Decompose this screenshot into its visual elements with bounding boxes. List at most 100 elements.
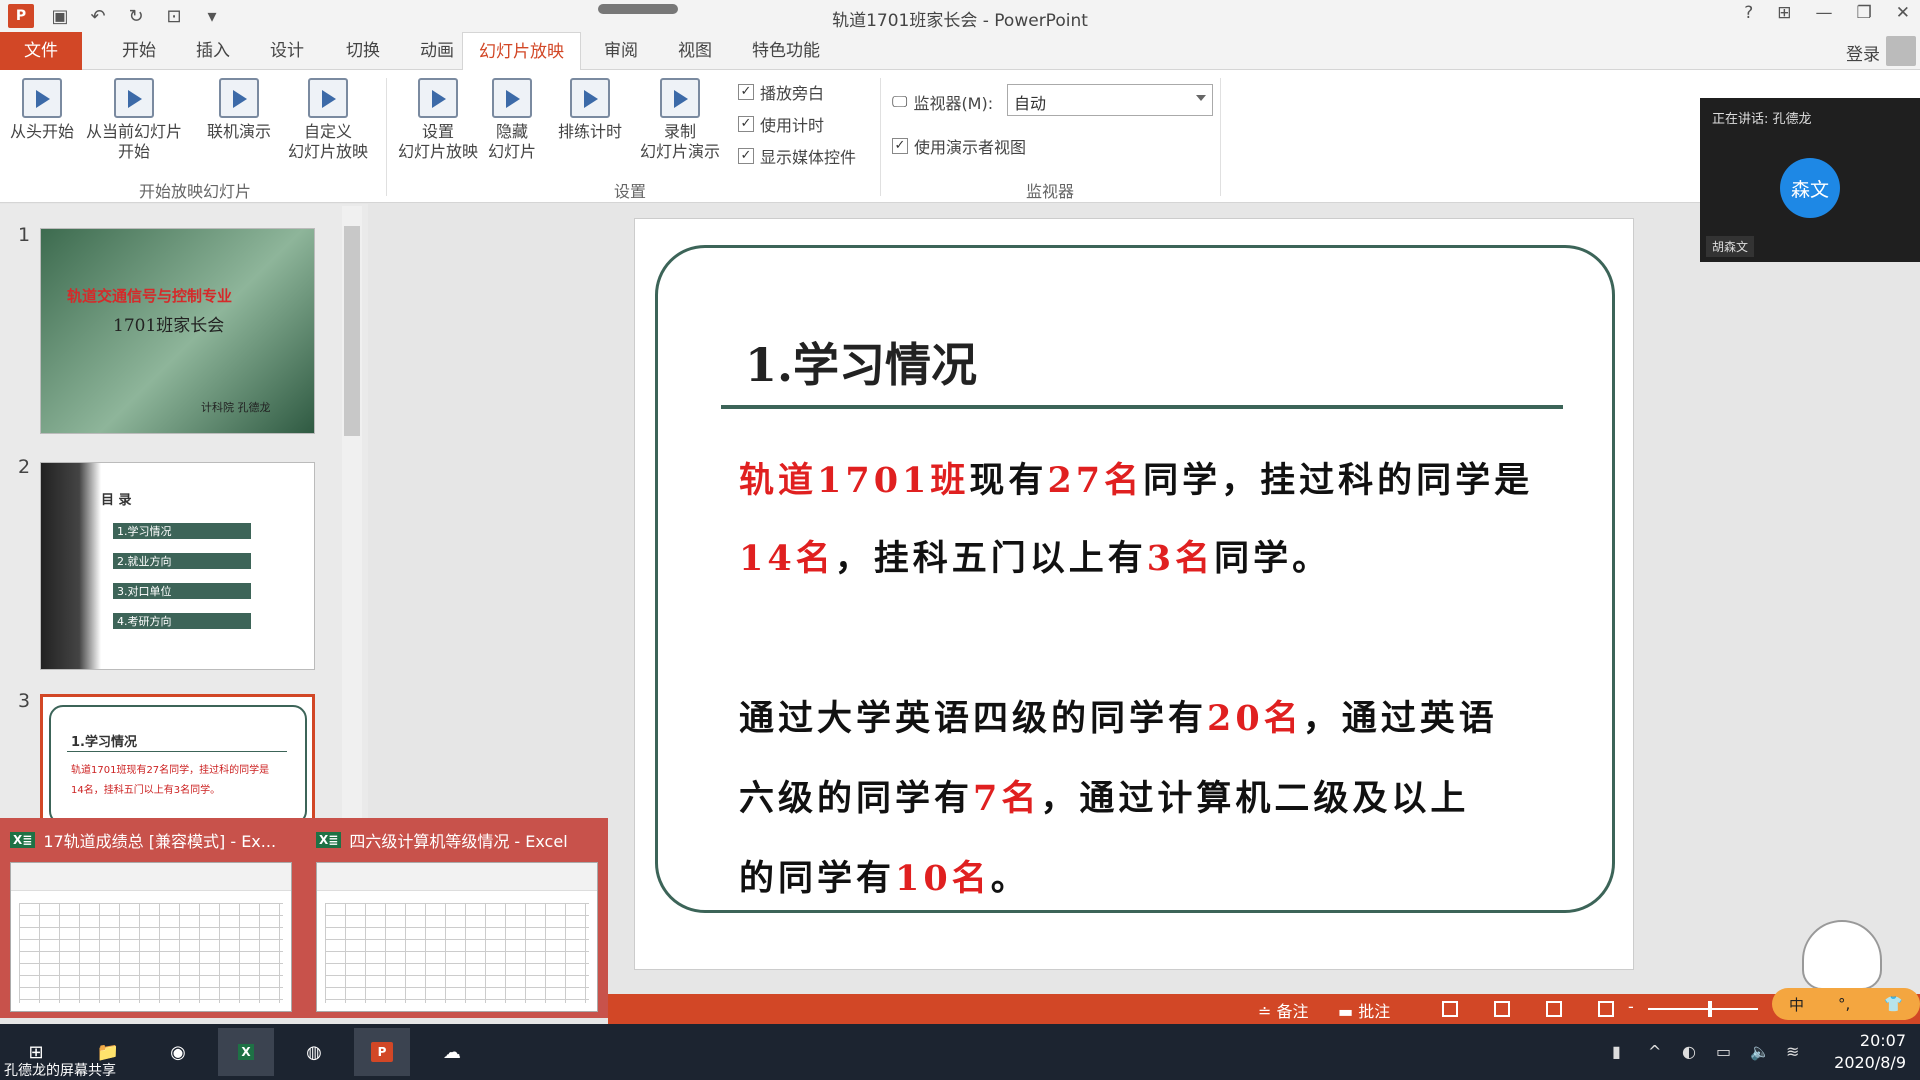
- ime-skin-icon[interactable]: 👕: [1884, 995, 1903, 1013]
- excel-preview-1[interactable]: X≣ 17轨道成绩总 [兼容模式] - Ex...: [0, 818, 300, 1018]
- setup-slideshow-button[interactable]: 设置 幻灯片放映: [394, 78, 482, 162]
- custom-slides-icon: [308, 78, 348, 118]
- slide-paragraph-5: 的同学有10名。: [739, 858, 1030, 899]
- tab-home[interactable]: 开始: [106, 32, 172, 70]
- use-timings-checkbox[interactable]: ✓ 使用计时: [738, 112, 824, 136]
- reading-view-icon[interactable]: [1546, 1001, 1562, 1017]
- normal-view-icon[interactable]: [1442, 1001, 1458, 1017]
- status-bar: ≐ 备注 ▬ 批注 -: [608, 994, 1920, 1024]
- scrollbar-thumb[interactable]: [344, 226, 360, 436]
- slide-canvas[interactable]: 1.学习情况 轨道1701班现有27名同学，挂过科的同学是 14名，挂科五门以上…: [634, 218, 1634, 970]
- group-label-monitor: 监视器: [1025, 182, 1074, 201]
- rehearse-timings-button[interactable]: 排练计时: [552, 78, 628, 142]
- taskbar: ⊞ 📁 ◉ X ◍ P ☁ 孔德龙的屏幕共享 ▮ ^ ◐ ▭ 🔈 ≋ 20:07…: [0, 1024, 1920, 1080]
- monitor-label: 🖵 监视器(M):: [892, 92, 994, 113]
- app-tray-icon[interactable]: ◐: [1682, 1042, 1696, 1061]
- from-start-button[interactable]: 从头开始: [6, 78, 78, 142]
- thumbnail-scrollbar[interactable]: [342, 206, 362, 826]
- ime-mascot: 中 °, 👕: [1772, 920, 1920, 1020]
- separator: [386, 78, 387, 196]
- play-current-icon: [114, 78, 154, 118]
- zoom-slider-thumb[interactable]: [1708, 1001, 1712, 1017]
- power-icon[interactable]: ▭: [1716, 1042, 1731, 1061]
- record-slideshow-button[interactable]: 录制 幻灯片演示: [630, 78, 730, 162]
- tab-design[interactable]: 设计: [254, 32, 320, 70]
- excel-icon: X≣: [316, 832, 342, 848]
- excel-taskbar-icon[interactable]: X: [218, 1028, 274, 1076]
- speaking-indicator: 正在讲话: 孔德龙: [1712, 112, 1812, 127]
- ime-language[interactable]: 中: [1789, 994, 1804, 1015]
- tab-insert[interactable]: 插入: [180, 32, 246, 70]
- window-controls: ? ⊞ — ❐ ✕: [1744, 3, 1910, 23]
- tab-special[interactable]: 特色功能: [736, 32, 836, 70]
- setup-icon: [418, 78, 458, 118]
- network-icon[interactable]: ≋: [1786, 1042, 1799, 1061]
- slide-thumbnail-3[interactable]: 1.学习情况 轨道1701班现有27名同学，挂过科的同学是 14名，挂科五门以上…: [40, 694, 315, 824]
- window-title: 轨道1701班家长会 - PowerPoint: [832, 11, 1088, 31]
- title-bar: P ▣ ↶ ↻ ⊡ ▾ 轨道1701班家长会 - PowerPoint ? ⊞ …: [0, 0, 1920, 32]
- slide-title: 1.学习情况: [745, 338, 978, 392]
- hide-slide-button[interactable]: 隐藏 幻灯片: [484, 78, 540, 162]
- globe-icon: [219, 78, 259, 118]
- tab-transitions[interactable]: 切换: [330, 32, 396, 70]
- tab-animations[interactable]: 动画: [404, 32, 470, 70]
- slide-paragraph-1: 轨道1701班现有27名同学，挂过科的同学是: [739, 460, 1534, 501]
- ribbon-display-icon[interactable]: ⊞: [1777, 3, 1791, 23]
- slide-number: 1: [18, 224, 31, 246]
- cat-mascot-icon: [1802, 920, 1882, 990]
- powerpoint-taskbar-icon[interactable]: P: [354, 1028, 410, 1076]
- participant-name: 胡森文: [1706, 236, 1755, 257]
- browser-icon[interactable]: ◉: [150, 1028, 206, 1076]
- minimize-icon[interactable]: —: [1816, 3, 1833, 23]
- checkmark-icon: ✓: [738, 148, 754, 164]
- presenter-view-checkbox[interactable]: ✓ 使用演示者视图: [892, 134, 1026, 158]
- tray-chevron-icon[interactable]: ^: [1648, 1042, 1661, 1061]
- slide-thumbnail-1[interactable]: 轨道交通信号与控制专业 1701班家长会 计科院 孔德龙: [40, 228, 315, 434]
- slideshow-view-icon[interactable]: [1598, 1001, 1614, 1017]
- restore-icon[interactable]: ❐: [1857, 3, 1872, 23]
- login-link[interactable]: 登录: [1846, 40, 1880, 65]
- custom-slideshow-button[interactable]: 自定义 幻灯片放映: [280, 78, 376, 162]
- group-label-start: 开始放映幻灯片: [138, 182, 251, 201]
- show-media-controls-checkbox[interactable]: ✓ 显示媒体控件: [738, 144, 856, 168]
- checkmark-icon: ✓: [738, 84, 754, 100]
- separator: [880, 78, 881, 196]
- ribbon: 从头开始 从当前幻灯片 开始 联机演示 自定义 幻灯片放映 开始放映幻灯片 设置…: [0, 70, 1920, 203]
- online-present-button[interactable]: 联机演示: [198, 78, 280, 142]
- screen-share-label: 孔德龙的屏幕共享: [4, 1063, 116, 1079]
- cloud-app-icon[interactable]: ☁: [424, 1028, 480, 1076]
- close-icon[interactable]: ✕: [1896, 3, 1910, 23]
- checkmark-icon: ✓: [738, 116, 754, 132]
- tab-view[interactable]: 视图: [662, 32, 728, 70]
- from-current-button[interactable]: 从当前幻灯片 开始: [82, 78, 186, 162]
- comments-button[interactable]: ▬ 批注: [1338, 998, 1390, 1022]
- meeting-app-icon[interactable]: ◍: [286, 1028, 342, 1076]
- excel-preview-2[interactable]: X≣ 四六级计算机等级情况 - Excel: [306, 818, 606, 1018]
- slide-number: 3: [18, 690, 31, 712]
- ime-toolbar[interactable]: 中 °, 👕: [1772, 988, 1920, 1020]
- system-clock[interactable]: 20:07 2020/8/9: [1834, 1030, 1906, 1074]
- zoom-slider[interactable]: [1648, 1008, 1758, 1010]
- play-slide-icon: [22, 78, 62, 118]
- slide-paragraph-4: 六级的同学有7名，通过计算机二级及以上: [739, 778, 1470, 819]
- slide-sorter-icon[interactable]: [1494, 1001, 1510, 1017]
- volume-icon[interactable]: 🔈: [1750, 1042, 1770, 1061]
- tab-slideshow[interactable]: 幻灯片放映: [462, 32, 581, 70]
- participant-avatar[interactable]: 森文: [1780, 158, 1840, 218]
- slide-number: 2: [18, 456, 31, 478]
- tab-file[interactable]: 文件: [0, 32, 82, 70]
- battery-icon[interactable]: ▮: [1612, 1042, 1621, 1061]
- user-avatar[interactable]: [1886, 36, 1916, 66]
- checkmark-icon: ✓: [892, 138, 908, 154]
- zoom-out-button[interactable]: -: [1628, 997, 1634, 1016]
- slide-thumbnail-2[interactable]: 目 录 1.学习情况 2.就业方向 3.对口单位 4.考研方向: [40, 462, 315, 670]
- ime-punct[interactable]: °,: [1838, 995, 1850, 1013]
- tab-review[interactable]: 审阅: [588, 32, 654, 70]
- separator: [1220, 78, 1221, 196]
- help-icon[interactable]: ?: [1744, 3, 1753, 23]
- play-narrations-checkbox[interactable]: ✓ 播放旁白: [738, 80, 824, 104]
- monitor-select[interactable]: 自动: [1007, 84, 1213, 116]
- timer-icon: [570, 78, 610, 118]
- notes-button[interactable]: ≐ 备注: [1258, 998, 1309, 1022]
- slide-paragraph-2: 14名，挂科五门以上有3名同学。: [739, 538, 1332, 579]
